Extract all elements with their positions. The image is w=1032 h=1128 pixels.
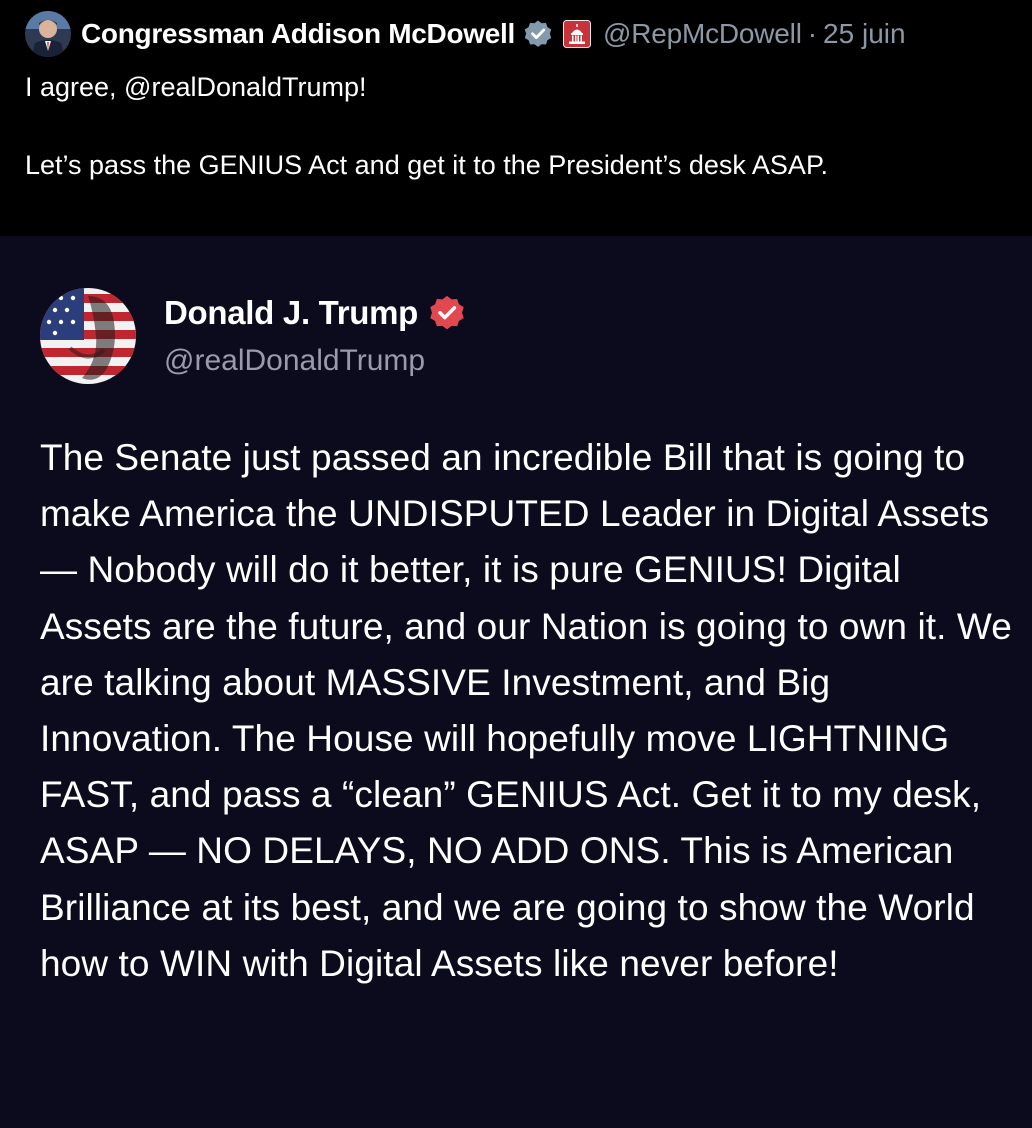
avatar[interactable] <box>25 11 71 57</box>
author-handle[interactable]: @RepMcDowell <box>603 18 802 50</box>
tweet-text: I agree, @realDonaldTrump! Let’s pass th… <box>25 68 1015 184</box>
quoted-author-name: Donald J. Trump <box>164 294 419 331</box>
quoted-post-image[interactable]: Donald J. Trump @realDonaldTrump The Sen… <box>0 236 1032 1128</box>
tweet-header: Congressman Addison McDowell @RepMcDowel… <box>25 10 906 58</box>
tweet-text-line: I agree, @realDonaldTrump! <box>25 72 367 102</box>
verified-badge-icon <box>428 294 466 332</box>
verified-badge-icon <box>523 19 553 49</box>
quoted-author: Donald J. Trump <box>164 294 466 332</box>
tweet-text-line: Let’s pass the GENIUS Act and get it to … <box>25 150 828 180</box>
tweet: Congressman Addison McDowell @RepMcDowel… <box>0 0 1032 236</box>
quoted-author-handle: @realDonaldTrump <box>164 344 426 377</box>
quoted-post-body: The Senate just passed an incredible Bil… <box>40 437 1012 984</box>
quoted-avatar <box>40 288 136 384</box>
author-name[interactable]: Congressman Addison McDowell <box>81 18 515 50</box>
separator-dot: · <box>807 18 818 49</box>
timestamp[interactable]: 25 juin <box>823 18 906 50</box>
capitol-badge-icon[interactable] <box>562 20 591 48</box>
